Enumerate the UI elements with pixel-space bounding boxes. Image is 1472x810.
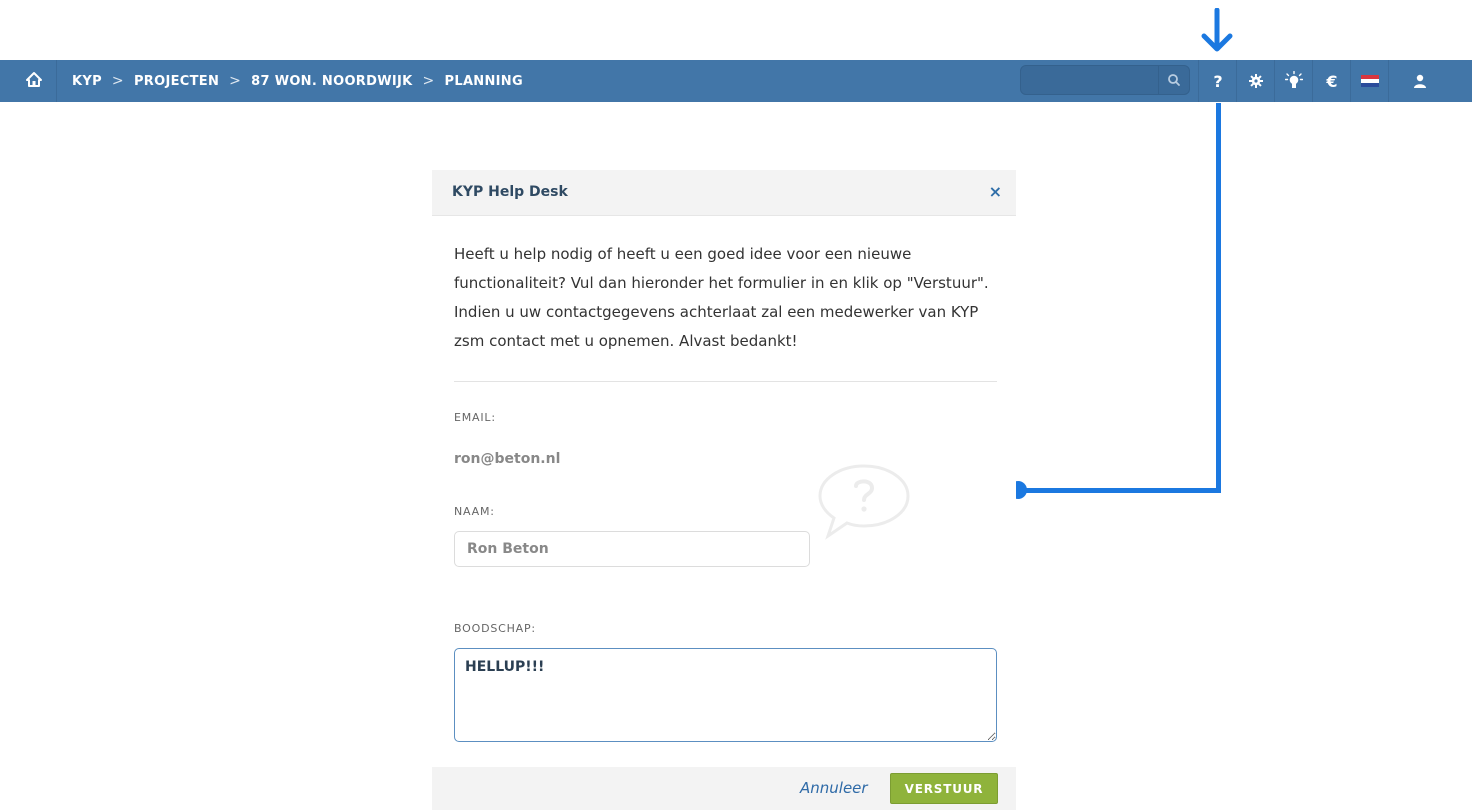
breadcrumb-separator: > [229,73,242,89]
email-label: EMAIL: [454,411,496,424]
message-textarea[interactable]: HELLUP!!! [454,648,997,742]
name-field[interactable] [454,531,810,567]
annotation-connector [1018,488,1221,493]
euro-icon[interactable]: € [1314,60,1350,102]
dutch-flag-icon[interactable] [1352,60,1388,102]
breadcrumb-project[interactable]: 87 WON. NOORDWIJK [251,74,412,89]
nav-divider [1388,60,1389,102]
nav-divider [1350,60,1351,102]
speech-bubble-question-icon [814,460,914,544]
nav-divider [1236,60,1237,102]
send-button[interactable]: VERSTUUR [890,773,998,804]
email-value: ron@beton.nl [454,451,561,467]
close-icon[interactable]: × [989,182,1002,201]
breadcrumb: KYP > PROJECTEN > 87 WON. NOORDWIJK > PL… [72,60,523,102]
nav-divider [1312,60,1313,102]
lightbulb-icon[interactable] [1276,60,1312,102]
nav-divider [56,60,57,102]
help-desk-modal: KYP Help Desk × Heeft u help nodig of he… [432,170,1016,810]
nav-divider [1274,60,1275,102]
breadcrumb-kyp[interactable]: KYP [72,74,102,89]
modal-title: KYP Help Desk [452,184,568,200]
nav-divider [1198,60,1199,102]
top-nav-bar: KYP > PROJECTEN > 87 WON. NOORDWIJK > PL… [0,60,1472,102]
message-label: BOODSCHAP: [454,622,536,635]
name-label: NAAM: [454,505,495,518]
annotation-arrow-icon [1200,7,1234,58]
annotation-connector [1216,103,1221,493]
search-icon [1168,74,1180,86]
user-icon[interactable] [1402,60,1438,102]
breadcrumb-separator: > [111,73,124,89]
modal-footer: Annuleer VERSTUUR [432,767,1016,810]
search-button[interactable] [1158,66,1189,94]
breadcrumb-projecten[interactable]: PROJECTEN [134,74,219,89]
breadcrumb-separator: > [422,73,435,89]
breadcrumb-planning[interactable]: PLANNING [445,74,523,89]
help-icon[interactable]: ? [1200,60,1236,102]
intro-text: Heeft u help nodig of heeft u een goed i… [454,245,989,350]
modal-header: KYP Help Desk × [432,170,1016,216]
search-input[interactable] [1020,65,1190,95]
cancel-link[interactable]: Annuleer [800,779,868,797]
home-icon[interactable] [24,70,44,90]
gear-icon[interactable] [1238,60,1274,102]
divider [454,381,997,382]
